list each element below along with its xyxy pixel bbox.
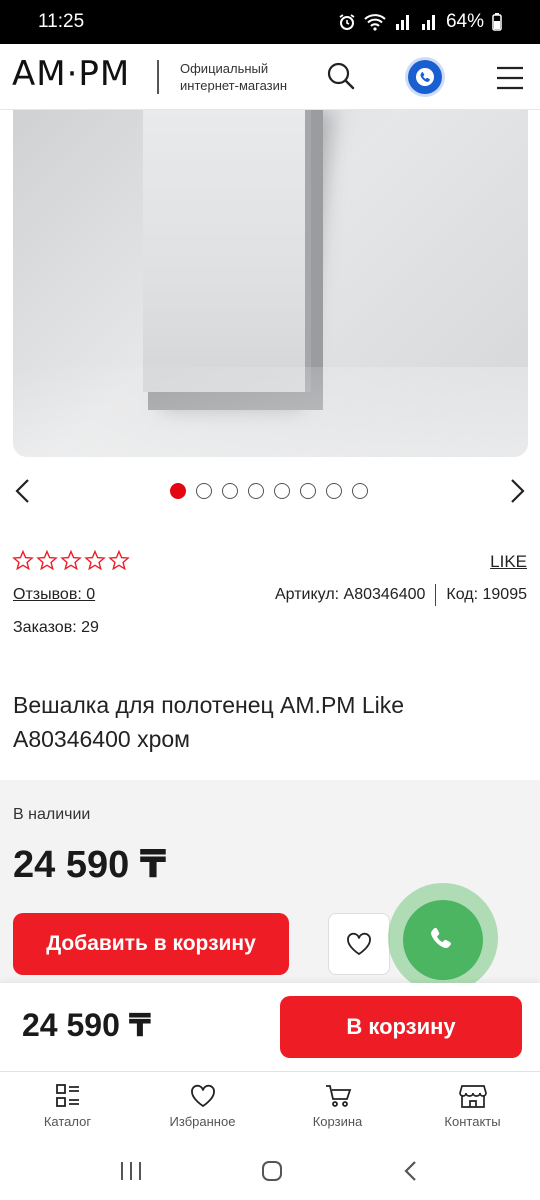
chevron-left-icon: [15, 479, 29, 503]
towel: [143, 110, 311, 392]
carousel-dot[interactable]: [248, 483, 264, 499]
carousel-dot[interactable]: [300, 483, 316, 499]
battery-icon: [492, 13, 502, 31]
nav-favorites[interactable]: Избранное: [135, 1072, 270, 1141]
alarm-icon: [339, 14, 355, 30]
search-icon: [327, 62, 355, 90]
carousel-dot[interactable]: [222, 483, 238, 499]
carousel-dots: [170, 483, 368, 499]
phone-icon: [416, 68, 434, 86]
chevron-right-icon: [511, 479, 525, 503]
battery-percent: 64%: [445, 11, 484, 32]
carousel-dot[interactable]: [196, 483, 212, 499]
carousel-dot[interactable]: [274, 483, 290, 499]
nav-label: Каталог: [43, 1114, 92, 1129]
tagline: Официальный интернет-магазин: [180, 60, 310, 94]
call-fab-button[interactable]: [403, 900, 483, 980]
to-cart-button[interactable]: В корзину: [280, 996, 522, 1058]
heart-icon: [190, 1084, 215, 1108]
site-header: AM·PM Официальный интернет-магазин: [0, 44, 540, 110]
nav-label: Избранное: [169, 1114, 236, 1129]
signal-icon-2: [421, 15, 435, 30]
heart-icon: [347, 932, 371, 956]
status-time: 11:25: [38, 11, 85, 32]
star-icon[interactable]: [36, 550, 58, 572]
tagline-line2: интернет-магазин: [180, 78, 288, 93]
carousel-next-button[interactable]: [508, 478, 530, 509]
status-icons: 64%: [338, 11, 502, 33]
carousel-dot[interactable]: [170, 483, 186, 499]
stock-status: В наличии: [13, 806, 91, 823]
nav-catalog[interactable]: Каталог: [0, 1072, 135, 1141]
search-button[interactable]: [326, 61, 356, 96]
star-icon[interactable]: [108, 550, 130, 572]
product-image[interactable]: [13, 110, 528, 457]
star-icon[interactable]: [60, 550, 82, 572]
sku-line: Артикул: A80346400 Код: 19095: [275, 584, 527, 606]
rating-stars[interactable]: [12, 550, 130, 572]
nav-label: Контакты: [444, 1114, 501, 1129]
reviews-link[interactable]: Отзывов: 0: [13, 586, 95, 604]
favorite-button[interactable]: [328, 913, 390, 975]
hamburger-icon: [497, 66, 523, 90]
signal-icon: [395, 15, 409, 30]
header-call-button[interactable]: [408, 60, 442, 94]
catalog-icon: [55, 1084, 79, 1107]
add-to-cart-button[interactable]: Добавить в корзину: [13, 913, 289, 975]
nav-contacts[interactable]: Контакты: [405, 1072, 540, 1141]
back-icon[interactable]: [401, 1159, 421, 1183]
wifi-icon: [364, 14, 386, 31]
brand-link[interactable]: LIKE: [490, 552, 527, 572]
product-code: Код: 19095: [446, 586, 527, 603]
sticky-price: 24 590 ₸: [22, 1007, 152, 1043]
product-price: 24 590 ₸: [13, 844, 167, 886]
system-nav-bar: [0, 1141, 540, 1200]
cart-icon: [325, 1085, 351, 1107]
carousel-dot[interactable]: [352, 483, 368, 499]
tagline-line1: Официальный: [180, 61, 269, 76]
star-icon[interactable]: [12, 550, 34, 572]
carousel-dot[interactable]: [326, 483, 342, 499]
carousel-prev-button[interactable]: [12, 478, 34, 509]
sku-divider: [435, 584, 437, 606]
logo[interactable]: AM·PM: [12, 54, 130, 94]
nav-cart[interactable]: Корзина: [270, 1072, 405, 1141]
bottom-nav: Каталог Избранное Корзина Контакты: [0, 1071, 540, 1141]
status-bar: 11:25 64%: [0, 0, 540, 44]
logo-divider: [157, 60, 159, 94]
article-number: Артикул: A80346400: [275, 586, 426, 603]
store-icon: [458, 1085, 487, 1108]
star-icon[interactable]: [84, 550, 106, 572]
orders-count: Заказов: 29: [13, 619, 99, 636]
product-title: Вешалка для полотенец AM.PM Like A803464…: [13, 692, 405, 752]
recent-apps-icon[interactable]: [119, 1160, 143, 1182]
nav-label: Корзина: [312, 1114, 363, 1129]
phone-icon: [431, 927, 451, 949]
menu-button[interactable]: [496, 66, 524, 95]
home-icon[interactable]: [260, 1159, 284, 1183]
